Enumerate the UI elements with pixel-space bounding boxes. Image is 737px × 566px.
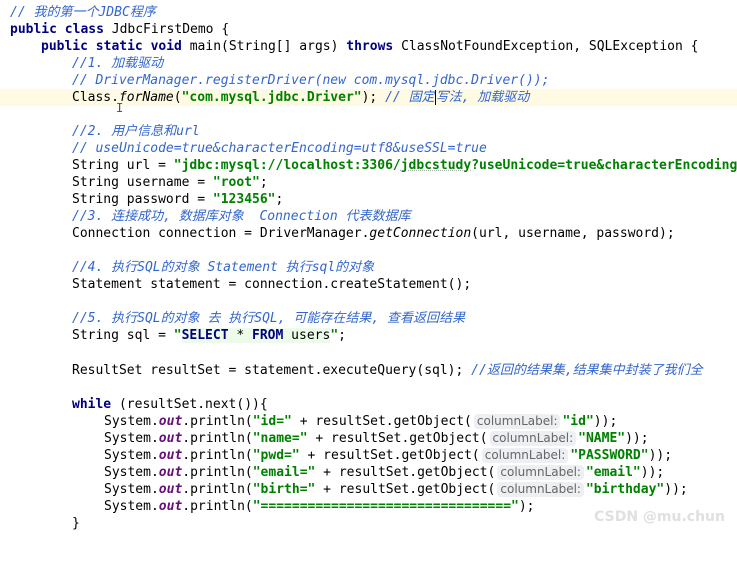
parameter-hint: columnLabel: [497, 482, 584, 497]
code-line: System.out.println("====================… [104, 499, 535, 514]
code-line: } [0, 515, 80, 532]
code-line: //5. 执行SQL的对象 去 执行SQL, 可能存在结果, 查看返回结果 [0, 310, 465, 327]
parameter-hint: columnLabel: [489, 431, 577, 446]
code-line: System.out.println("pwd=" + resultSet.ge… [104, 448, 673, 463]
code-line: //2. 用户信息和url [0, 123, 200, 140]
method-signature: main(String[] args) [189, 39, 347, 54]
string-literal: "com.mysql.jdbc.Driver" [181, 90, 362, 105]
keyword: public class [10, 22, 112, 37]
code-line: while (resultSet.next()){ [72, 397, 268, 412]
method-call: getConnection [369, 226, 472, 241]
code-line: //4. 执行SQL的对象 Statement 执行sql的对象 [0, 259, 374, 276]
code-line: String username = "root"; [72, 175, 268, 190]
comment: // 我的第一个JDBC程序 [10, 5, 156, 20]
comment: //2. 用户信息和url [72, 124, 200, 139]
code-line: System.out.println("birth=" + resultSet.… [104, 482, 688, 497]
comment: //4. 执行SQL的对象 Statement 执行sql的对象 [72, 260, 375, 275]
current-line[interactable]: Class.forName("com.mysql.jdbc.Driver"); … [0, 89, 737, 106]
watermark: CSDN @mu.chun [594, 509, 725, 525]
code-line: System.out.println("id=" + resultSet.get… [104, 414, 618, 429]
comment: // useUnicode=true&characterEncoding=utf… [72, 141, 487, 156]
code-line: String password = "123456"; [72, 192, 284, 207]
code-line: // DriverManager.registerDriver(new com.… [0, 72, 549, 89]
string-literal: "jdbc:mysql://localhost:3306/jdbcstudy?u… [173, 158, 737, 173]
exceptions: ClassNotFoundException, SQLException { [401, 39, 699, 54]
comment: //返回的结果集,结果集中封装了我们全 [471, 363, 703, 378]
comment: //5. 执行SQL的对象 去 执行SQL, 可能存在结果, 查看返回结果 [72, 311, 466, 326]
class-name: JdbcFirstDemo { [111, 22, 230, 37]
parameter-hint: columnLabel: [481, 448, 569, 463]
code-line: // useUnicode=true&characterEncoding=utf… [0, 140, 487, 157]
code-line: //3. 连接成功, 数据库对象 Connection 代表数据库 [0, 208, 411, 225]
code-line: //1. 加载驱动 [0, 55, 163, 72]
code-line: String url = "jdbc:mysql://localhost:330… [72, 158, 737, 173]
code-line: ResultSet resultSet = statement.executeQ… [72, 363, 703, 378]
code-line: System.out.println("email=" + resultSet.… [104, 465, 665, 480]
code-line: System.out.println("name=" + resultSet.g… [104, 431, 649, 446]
keyword: while [72, 397, 119, 412]
method-call: forName [118, 90, 174, 105]
string-literal: "root" [212, 175, 260, 190]
comment: // DriverManager.registerDriver(new com.… [72, 73, 550, 88]
sql-string: SELECT * FROM users [181, 328, 331, 343]
string-literal: "123456" [212, 192, 276, 207]
code-line: public static void main(String[] args) t… [0, 38, 698, 55]
parameter-hint: columnLabel: [497, 465, 584, 480]
code-line: Statement statement = connection.createS… [72, 277, 472, 292]
closing-brace: } [72, 516, 80, 531]
code-line: // 我的第一个JDBC程序 [0, 4, 156, 21]
parameter-hint: columnLabel: [473, 414, 561, 429]
mouse-ibeam-icon: I [116, 101, 124, 115]
code-editor[interactable]: // 我的第一个JDBC程序 public class JdbcFirstDem… [0, 0, 737, 533]
code-line: Connection connection = DriverManager.ge… [72, 226, 675, 241]
keyword: throws [346, 39, 402, 54]
comment: //3. 连接成功, 数据库对象 Connection 代表数据库 [72, 209, 411, 224]
code-line: String sql = "SELECT * FROM users"; [72, 328, 346, 343]
keyword: public static void [41, 39, 190, 54]
code-line: public class JdbcFirstDemo { [0, 21, 229, 38]
comment: //1. 加载驱动 [72, 56, 164, 71]
